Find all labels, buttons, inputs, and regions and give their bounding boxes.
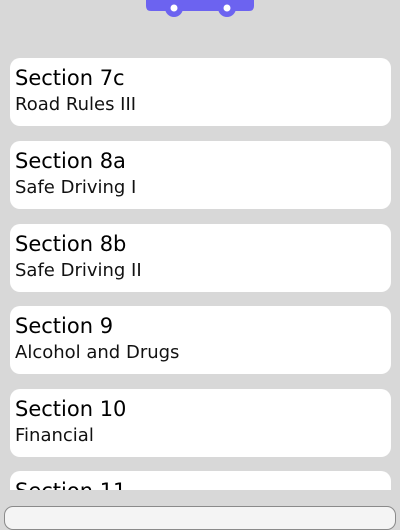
section-subtitle: Safe Driving II (15, 260, 142, 281)
bottom-bar[interactable] (4, 506, 396, 530)
section-card-11[interactable]: Section 11 (10, 471, 391, 490)
section-title: Section 9 (15, 314, 114, 338)
section-subtitle: Alcohol and Drugs (15, 342, 180, 363)
section-card-8b[interactable]: Section 8b Safe Driving II (10, 224, 391, 292)
section-title: Section 7c (15, 66, 125, 90)
car-hub-right (223, 4, 231, 12)
section-card-7c[interactable]: Section 7c Road Rules III (10, 58, 391, 126)
section-title: Section 8a (15, 149, 126, 173)
section-list: Section 7c Road Rules III Section 8a Saf… (0, 48, 400, 490)
car-body (146, 0, 254, 11)
section-title: Section 8b (15, 232, 127, 256)
section-subtitle: Road Rules III (15, 94, 137, 115)
car-hub-left (170, 4, 178, 12)
section-title: Section 11 (15, 477, 391, 490)
section-subtitle: Financial (15, 425, 94, 446)
section-card-8a[interactable]: Section 8a Safe Driving I (10, 141, 391, 209)
car-icon (146, 0, 254, 17)
section-subtitle: Safe Driving I (15, 177, 137, 198)
section-card-10[interactable]: Section 10 Financial (10, 389, 391, 457)
section-card-9[interactable]: Section 9 Alcohol and Drugs (10, 306, 391, 374)
section-title: Section 10 (15, 397, 127, 421)
